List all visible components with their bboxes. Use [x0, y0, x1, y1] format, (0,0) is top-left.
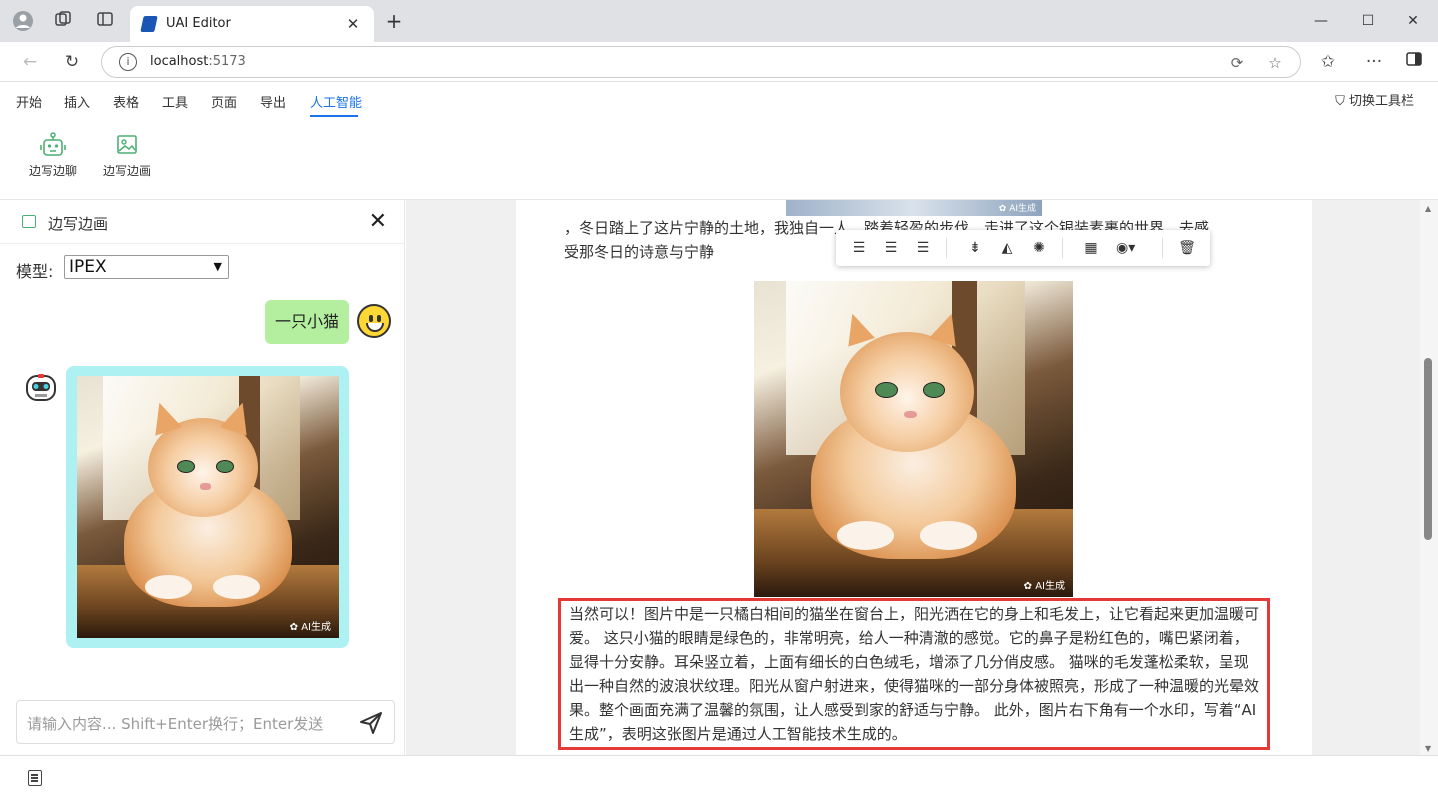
flip-horizontal-icon[interactable]: ◭: [998, 239, 1016, 257]
flip-vertical-icon[interactable]: ⇟: [966, 239, 984, 257]
sidebar-toggle-icon[interactable]: [1402, 50, 1426, 74]
menu-table[interactable]: 表格: [113, 92, 139, 111]
chevron-down-icon: ▼: [213, 260, 222, 273]
menu-start[interactable]: 开始: [16, 92, 42, 111]
message-list[interactable]: 一只小猫 ✿ AI生成: [0, 290, 405, 690]
minimize-button[interactable]: —: [1298, 8, 1344, 34]
panel-title: 边写边画: [48, 215, 109, 233]
menu-tools[interactable]: 工具: [162, 92, 188, 111]
url-port: :5173: [208, 54, 246, 69]
new-tab-button[interactable]: +: [383, 10, 405, 32]
robot-icon: [39, 132, 67, 158]
switch-toolbar-button[interactable]: ⛉ 切换工具栏: [1335, 90, 1414, 109]
document-icon[interactable]: [28, 770, 42, 786]
ai-draw-panel: 边写边画 ✕ 模型: IPEX ▼ 一只小猫 ✿ AI生成 请输入内容... S…: [0, 200, 405, 755]
status-footer: [0, 755, 1438, 801]
write-draw-button[interactable]: 边写边画: [92, 132, 162, 179]
menu-page[interactable]: 页面: [211, 92, 237, 111]
profile-icon[interactable]: [12, 10, 34, 32]
chat-input[interactable]: 请输入内容... Shift+Enter换行；Enter发送: [16, 700, 395, 744]
maximize-button[interactable]: ☐: [1345, 8, 1391, 34]
toolbar-toggle-icon: ⛉: [1335, 94, 1349, 109]
inserted-cat-image[interactable]: ✿ AI生成: [754, 281, 1073, 597]
send-icon[interactable]: [358, 710, 384, 736]
user-avatar-icon: [357, 304, 391, 338]
toolbar-divider: [1062, 238, 1063, 258]
write-chat-button[interactable]: 边写边聊: [18, 132, 88, 179]
favorites-icon[interactable]: ✩: [1316, 50, 1340, 74]
more-menu-icon[interactable]: ···: [1362, 50, 1386, 74]
close-window-button[interactable]: ✕: [1390, 8, 1436, 34]
address-bar: ← ↻ i localhost:5173 ⟳ ☆ ✩ ···: [0, 42, 1438, 82]
toolbar-divider: [1162, 238, 1163, 258]
app-favicon-icon: [140, 16, 158, 32]
write-draw-label: 边写边画: [102, 164, 151, 178]
editor-scrollbar[interactable]: ▲ ▼: [1420, 200, 1438, 755]
align-left-icon[interactable]: ☰: [850, 239, 868, 257]
chat-input-placeholder: 请输入内容... Shift+Enter换行；Enter发送: [27, 715, 324, 733]
tab-title: UAI Editor: [166, 16, 231, 31]
image-icon: [113, 132, 141, 158]
back-icon[interactable]: ←: [18, 50, 42, 74]
ai-watermark: ✿ AI生成: [289, 622, 331, 633]
favorite-star-icon[interactable]: ☆: [1264, 52, 1286, 74]
menu-bar: 开始 插入 表格 工具 页面 导出 人工智能 ⛉ 切换工具栏: [0, 82, 1438, 118]
read-aloud-icon[interactable]: ⟳: [1226, 52, 1248, 74]
align-right-icon[interactable]: ☰: [914, 239, 932, 257]
menu-export[interactable]: 导出: [260, 92, 286, 111]
ai-message: ✿ AI生成: [66, 366, 349, 648]
model-select-value: IPEX: [69, 257, 107, 277]
url-field[interactable]: i localhost:5173 ⟳ ☆: [101, 46, 1301, 78]
scroll-down-icon[interactable]: ▼: [1425, 744, 1431, 753]
ribbon-toolbar: 边写边聊 边写边画: [0, 118, 1438, 200]
toolbar-divider: [946, 238, 947, 258]
generated-cat-image: ✿ AI生成: [77, 376, 339, 638]
active-tab-indicator: [310, 115, 358, 117]
url-host: localhost: [150, 54, 209, 69]
preview-eye-icon[interactable]: ◉▾: [1116, 239, 1135, 257]
ai-watermark: ✿ AI生成: [998, 204, 1036, 214]
image-float-toolbar: ☰ ☰ ☰ ⇟ ◭ ✺ ▦ ◉▾ 🗑: [836, 230, 1210, 266]
image-icon: [22, 215, 36, 228]
tab-actions-icon[interactable]: [94, 10, 116, 32]
scrollbar-thumb[interactable]: [1424, 358, 1432, 540]
editor-canvas[interactable]: ✿ AI生成 ，冬日踏上了这片宁静的土地，我独自一人，踏着轻盈的步伐，走进了这个…: [406, 200, 1420, 755]
panel-header: 边写边画 ✕: [0, 200, 405, 244]
switch-toolbar-label: 切换工具栏: [1348, 94, 1414, 109]
workspaces-icon[interactable]: [52, 10, 74, 32]
site-info-icon[interactable]: i: [119, 53, 137, 71]
reload-icon[interactable]: ↻: [60, 50, 84, 74]
user-message: 一只小猫: [265, 300, 349, 344]
browser-tabstrip: UAI Editor ✕ + — ☐ ✕: [0, 0, 1438, 42]
tab-uai-editor[interactable]: UAI Editor ✕: [130, 6, 374, 42]
menu-ai[interactable]: 人工智能: [310, 92, 362, 111]
ai-avatar-icon: [24, 372, 58, 404]
align-center-icon[interactable]: ☰: [882, 239, 900, 257]
model-select[interactable]: IPEX ▼: [64, 255, 229, 279]
menu-insert[interactable]: 插入: [64, 92, 90, 111]
film-icon[interactable]: ▦: [1082, 239, 1100, 257]
ai-description-paragraph[interactable]: 当然可以！图片中是一只橘白相间的猫坐在窗台上，阳光洒在它的身上和毛发上，让它看起…: [558, 598, 1270, 750]
scroll-up-icon[interactable]: ▲: [1425, 204, 1431, 213]
ai-watermark: ✿ AI生成: [1023, 581, 1065, 592]
delete-icon[interactable]: 🗑: [1178, 239, 1196, 257]
document-page[interactable]: ✿ AI生成 ，冬日踏上了这片宁静的土地，我独自一人，踏着轻盈的步伐，走进了这个…: [516, 200, 1312, 755]
palette-icon[interactable]: ✺: [1030, 239, 1048, 257]
close-tab-icon[interactable]: ✕: [342, 13, 364, 35]
previous-image[interactable]: ✿ AI生成: [786, 200, 1042, 216]
close-panel-icon[interactable]: ✕: [369, 209, 387, 234]
write-chat-label: 边写边聊: [28, 164, 77, 178]
